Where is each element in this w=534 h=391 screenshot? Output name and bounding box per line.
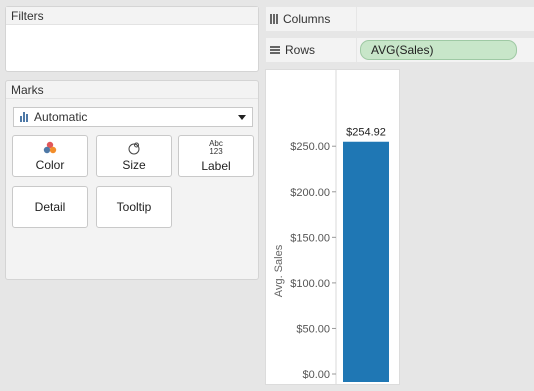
rows-label-text: Rows xyxy=(285,43,316,57)
filters-title: Filters xyxy=(6,7,258,25)
columns-icon xyxy=(270,14,278,24)
y-tick-label: $250.00 xyxy=(290,141,330,153)
text-label-icon: Abc 123 xyxy=(209,139,223,157)
label-card[interactable]: Abc 123 Label xyxy=(178,135,254,177)
y-tick-label: $0.00 xyxy=(302,369,330,381)
color-card[interactable]: Color xyxy=(12,135,88,177)
mark-type-dropdown[interactable]: Automatic xyxy=(13,107,253,127)
size-card-label: Size xyxy=(122,158,146,172)
bar-avg-sales xyxy=(343,141,389,382)
y-tick-label: $150.00 xyxy=(290,232,330,244)
y-tick-label: $200.00 xyxy=(290,187,330,199)
color-card-label: Color xyxy=(35,158,65,172)
bar-chart: $0.00 $50.00 $100.00 $150.00 $200.00 $250.00 A… xyxy=(273,70,389,384)
y-tick-label: $50.00 xyxy=(296,323,330,335)
avg-sales-pill[interactable]: AVG(Sales) xyxy=(360,40,517,60)
mark-type-value: Automatic xyxy=(34,110,88,124)
marks-pane: Marks Automatic Color Size Abc 123 Label… xyxy=(5,80,259,280)
size-icon xyxy=(126,140,142,156)
bar-data-label: $254.92 xyxy=(346,127,386,139)
columns-shelf-label: Columns xyxy=(266,7,356,31)
columns-label-text: Columns xyxy=(283,12,331,26)
marks-title: Marks xyxy=(6,81,258,99)
rows-shelf-label: Rows xyxy=(266,38,356,62)
size-card[interactable]: Size xyxy=(96,135,172,177)
columns-shelf[interactable] xyxy=(357,7,534,31)
chart-view[interactable]: $0.00 $50.00 $100.00 $150.00 $200.00 $250.00 A… xyxy=(265,69,400,385)
detail-card-label: Detail xyxy=(34,200,66,214)
bar-chart-icon xyxy=(20,112,28,122)
filters-pane[interactable]: Filters xyxy=(5,6,259,72)
y-axis-title: Avg. Sales xyxy=(273,244,285,297)
color-icon xyxy=(42,140,58,156)
rows-icon xyxy=(270,46,280,54)
y-tick-label: $100.00 xyxy=(290,278,330,290)
tooltip-card-label: Tooltip xyxy=(116,200,152,214)
label-card-label: Label xyxy=(201,159,231,173)
tooltip-card[interactable]: Tooltip xyxy=(96,186,172,228)
chevron-down-icon[interactable] xyxy=(238,114,246,120)
label-icon-123: 123 xyxy=(209,147,223,156)
detail-card[interactable]: Detail xyxy=(12,186,88,228)
